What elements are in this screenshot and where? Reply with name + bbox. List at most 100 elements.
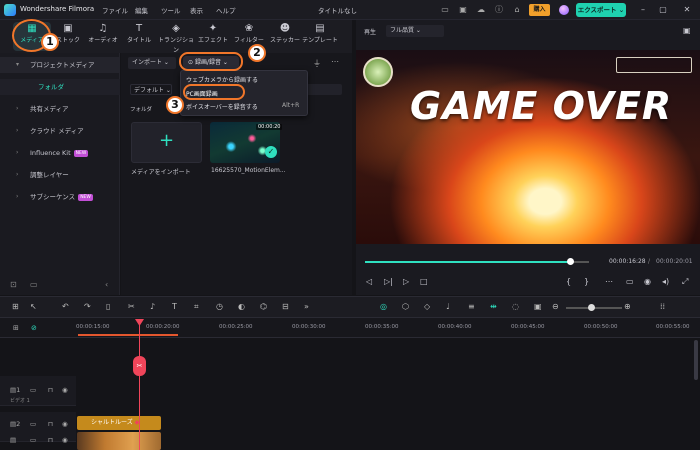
more-tools-icon[interactable]: » [304, 302, 309, 311]
minimize-icon[interactable]: – [636, 4, 650, 16]
tab-transitions[interactable]: ◈ トランジション [157, 22, 195, 54]
timeline-scrollbar[interactable] [694, 340, 698, 380]
sidebar-item-shared-media[interactable]: › 共有メディア [0, 101, 120, 117]
marker-icon[interactable]: ◇ [424, 302, 430, 311]
playhead-knob[interactable] [567, 258, 574, 265]
tab-templates[interactable]: ▤ テンプレート [301, 22, 339, 51]
import-dropdown[interactable]: インポート ⌄ [128, 57, 176, 69]
grid-icon[interactable]: ⁞⁞ [660, 302, 665, 311]
microphone-icon[interactable]: ♩ [446, 302, 450, 311]
more-icon[interactable]: ⋯ [331, 57, 339, 66]
snap-icon[interactable]: ⇹ [490, 302, 497, 311]
select-tool-icon[interactable]: ↖ [30, 302, 37, 311]
folder-icon[interactable]: ▭ [30, 436, 36, 444]
tab-stickers[interactable]: ☻ ステッカー [266, 22, 304, 51]
tab-effects[interactable]: ✦ エフェクト [194, 22, 232, 51]
zoom-in-icon[interactable]: ⊕ [624, 302, 631, 311]
undo-icon[interactable]: ↶ [62, 302, 69, 311]
work-area-range[interactable] [78, 334, 178, 336]
render-icon[interactable]: ⋯ [605, 277, 613, 286]
menu-item-webcam[interactable]: ウェブカメラから録画する [186, 75, 258, 84]
audio-split-icon[interactable]: ♪ [150, 302, 155, 311]
display-icon[interactable]: ▭ [626, 277, 634, 286]
split-icon[interactable]: ✂ [128, 302, 135, 311]
sidebar-item-folder[interactable]: フォルダ [0, 79, 120, 95]
lock-icon[interactable]: ⊓ [48, 436, 53, 444]
eye-icon[interactable]: ◉ [62, 436, 68, 444]
buy-button[interactable]: 購入 [529, 4, 550, 16]
camera-icon[interactable]: ◉ [644, 277, 651, 286]
eye-icon[interactable]: ◉ [62, 420, 68, 428]
link-icon[interactable]: ⊘ [31, 324, 37, 332]
menu-edit[interactable]: 編集 [135, 5, 148, 15]
menu-tools[interactable]: ツール [161, 5, 181, 15]
adjust-icon[interactable]: ⊟ [282, 302, 289, 311]
stop-icon[interactable]: □ [420, 277, 428, 286]
quality-dropdown[interactable]: フル品質 ⌄ [386, 25, 444, 37]
audio-track-icon[interactable]: ≡ [468, 302, 475, 311]
maximize-icon[interactable]: ▢ [656, 4, 670, 16]
export-button[interactable]: エクスポート ⌄ [576, 3, 626, 17]
monitor-icon[interactable]: ▭ [440, 5, 450, 15]
timeline-clip-video[interactable] [77, 432, 161, 450]
zoom-out-icon[interactable]: ⊖ [552, 302, 559, 311]
sidebar-item-label: プロジェクトメディア [30, 61, 95, 69]
playhead-line[interactable] [139, 320, 140, 450]
close-icon[interactable]: ✕ [680, 4, 694, 16]
previous-frame-icon[interactable]: ◁ [366, 277, 372, 286]
sort-dropdown[interactable]: デフォルト ⌄ [130, 84, 172, 95]
collapse-icon[interactable]: ‹ [105, 280, 108, 289]
menu-file[interactable]: ファイル [102, 5, 128, 15]
folder-icon[interactable]: ▭ [30, 386, 36, 394]
sidebar-item-project-media[interactable]: ▾ プロジェクトメディア [0, 57, 120, 73]
step-back-icon[interactable]: ▷| [384, 277, 393, 286]
speed-icon[interactable]: ◷ [216, 302, 223, 311]
filter-icon[interactable]: ⏚ [313, 58, 321, 69]
filmora-logo-icon [4, 4, 16, 16]
layout-icon[interactable]: ⊞ [12, 302, 19, 311]
lock-icon[interactable]: ⊓ [48, 386, 53, 394]
sidebar-item-cloud-media[interactable]: › クラウド メディア [0, 123, 120, 139]
sidebar-item-subsequence[interactable]: › サブシーケンス NEW [0, 189, 120, 205]
playback-progress[interactable] [365, 261, 571, 263]
redo-icon[interactable]: ↷ [84, 302, 91, 311]
eye-icon[interactable]: ◉ [62, 386, 68, 394]
voice-icon[interactable]: ◌ [512, 302, 519, 311]
mark-out-icon[interactable]: } [584, 277, 589, 286]
volume-icon[interactable]: ◂) [662, 277, 669, 286]
fullscreen-icon[interactable]: ⤢ [682, 277, 688, 287]
text-tool-icon[interactable]: T [172, 302, 177, 311]
scissors-icon[interactable]: ✂ [133, 356, 146, 376]
folder-icon[interactable]: ▭ [30, 280, 38, 289]
avatar[interactable] [559, 5, 569, 15]
folder-icon[interactable]: ▭ [30, 420, 36, 428]
info-icon[interactable]: ⓘ [494, 5, 504, 15]
color-icon[interactable]: ◐ [238, 302, 245, 311]
new-folder-icon[interactable]: ⊡ [10, 280, 17, 289]
snapshot-icon[interactable]: ▣ [683, 26, 691, 35]
ai-icon[interactable]: ◎ [380, 302, 387, 311]
add-track-icon[interactable]: ⊞ [13, 324, 19, 332]
crop-icon[interactable]: ⌗ [194, 302, 199, 312]
delete-icon[interactable]: ▯ [106, 302, 110, 311]
mark-in-icon[interactable]: { [566, 277, 571, 286]
menu-help[interactable]: ヘルプ [216, 5, 236, 15]
shield-icon[interactable]: ⬡ [402, 302, 409, 311]
save-icon[interactable]: ▣ [458, 5, 468, 15]
menu-item-voiceover[interactable]: ボイスオーバーを録音する [186, 102, 258, 111]
video-preview[interactable] [356, 50, 700, 244]
sidebar-item-influence-kit[interactable]: › Influence Kit NEW [0, 145, 120, 161]
lock-icon[interactable]: ⊓ [48, 420, 53, 428]
tab-audio[interactable]: ♫ オーディオ [84, 22, 122, 51]
cloud-upload-icon[interactable]: ☁ [476, 5, 486, 15]
play-icon[interactable]: ▷ [403, 277, 409, 286]
menu-view[interactable]: 表示 [190, 5, 203, 15]
sidebar-item-adjustment-layer[interactable]: › 調整レイヤー [0, 167, 120, 183]
timeline-clip-effect[interactable]: シャルトルーズ ◆ [77, 416, 161, 430]
tab-titles[interactable]: T タイトル [120, 22, 158, 51]
gift-icon[interactable]: ⌂ [512, 5, 522, 15]
zoom-knob[interactable] [588, 304, 595, 311]
sidebar-item-label: サブシーケンス [30, 193, 76, 201]
stabilize-icon[interactable]: ⌬ [260, 302, 267, 311]
pip-icon[interactable]: ▣ [534, 302, 542, 311]
